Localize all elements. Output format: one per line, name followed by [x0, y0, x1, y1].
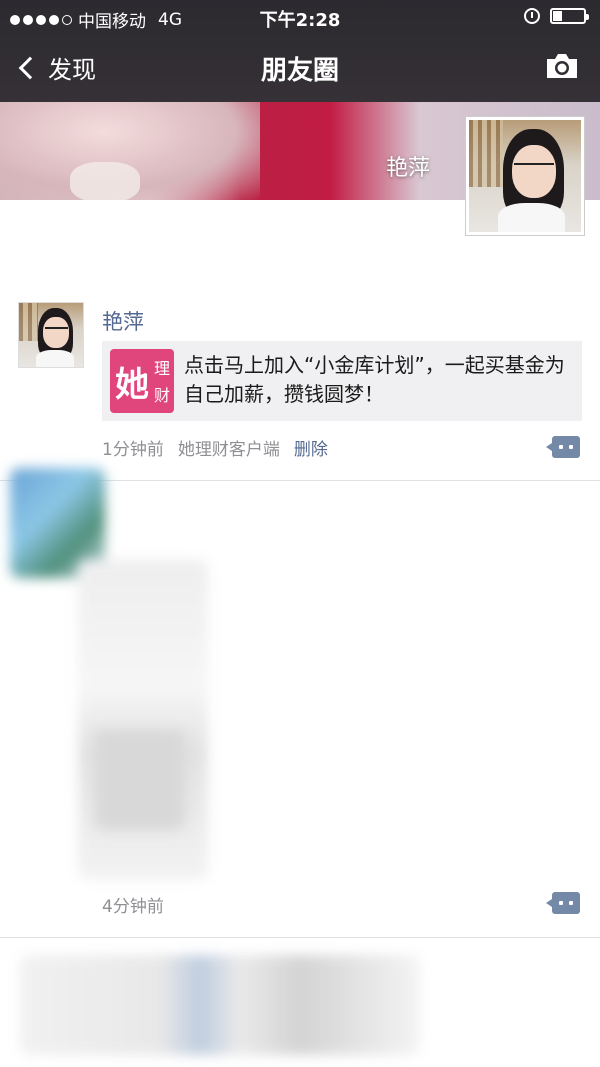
post-meta: 4分钟前 [102, 892, 164, 917]
post-divider [0, 937, 600, 938]
post-time: 4分钟前 [102, 897, 164, 917]
share-app-logo: 她 理 财 [110, 349, 174, 413]
camera-icon[interactable] [544, 52, 580, 80]
logo-sub-char-2: 财 [154, 386, 171, 405]
logo-main-char: 她 [115, 365, 149, 405]
post-source: 她理财客户端 [177, 440, 280, 460]
blurred-content-block [95, 730, 185, 830]
post-time: 1分钟前 [102, 440, 164, 460]
comment-icon[interactable] [546, 892, 580, 914]
profile-avatar[interactable] [465, 116, 585, 236]
post-author[interactable]: 艳萍 [102, 306, 144, 336]
status-right [524, 8, 589, 24]
shared-link-card[interactable]: 她 理 财 点击马上加入“小金库计划”，一起买基金为自己加薪，攒钱圆梦！ [102, 341, 582, 421]
nav-bar: 发现 朋友圈 [0, 34, 600, 102]
blurred-content [78, 560, 208, 880]
post-avatar[interactable] [18, 302, 84, 368]
page-title: 朋友圈 [260, 56, 339, 86]
cover-user-name: 艳萍 [385, 156, 430, 181]
status-time: 下午2:28 [259, 10, 341, 31]
moments-screen: 中国移动 4G 下午2:28 发现 朋友圈 艳萍 艳萍 她 理 财 点击马上加入… [0, 0, 600, 1067]
alarm-icon [524, 8, 540, 24]
post-meta: 1分钟前 她理财客户端 删除 [102, 435, 328, 460]
logo-sub-char-1: 理 [154, 359, 171, 378]
status-bar: 中国移动 4G 下午2:28 [0, 0, 600, 34]
top-bar: 中国移动 4G 下午2:28 发现 朋友圈 [0, 0, 600, 102]
blurred-next-post [20, 955, 420, 1055]
share-text: 点击马上加入“小金库计划”，一起买基金为自己加薪，攒钱圆梦！ [184, 353, 565, 406]
battery-icon [550, 8, 589, 24]
delete-link[interactable]: 删除 [294, 435, 328, 460]
comment-icon[interactable] [546, 436, 580, 458]
